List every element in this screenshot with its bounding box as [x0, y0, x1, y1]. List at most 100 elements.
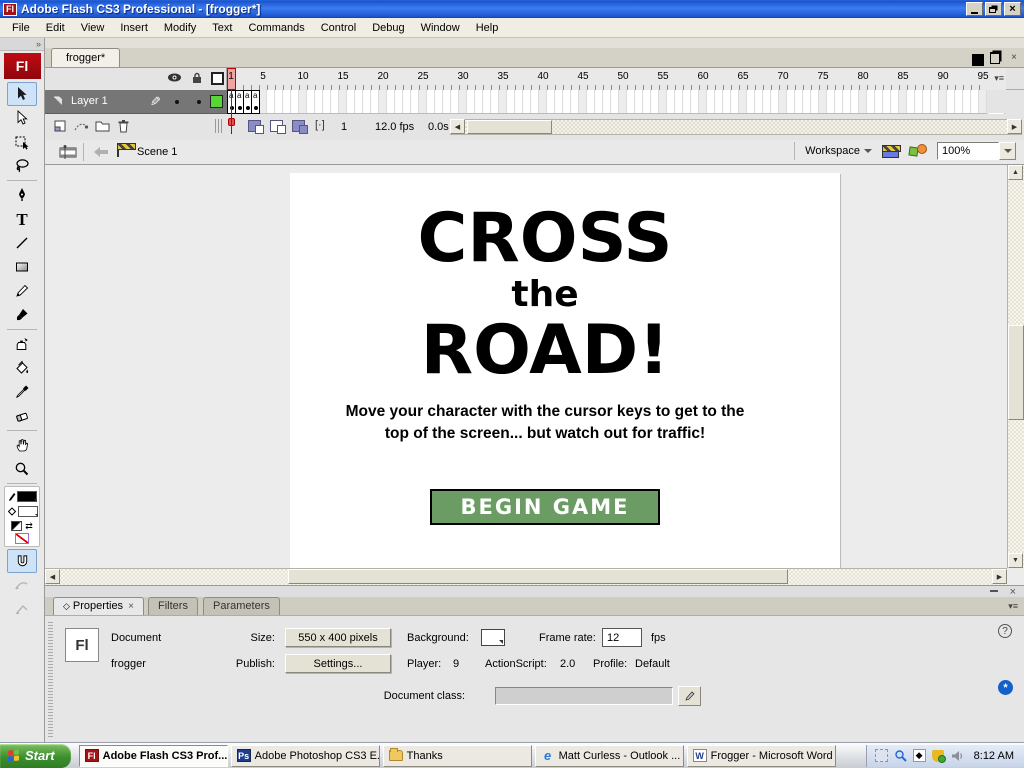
menu-control[interactable]: Control	[313, 20, 364, 36]
tab-parameters[interactable]: Parameters	[203, 597, 280, 615]
taskbar-item-outlook[interactable]: e Matt Curless - Outlook ...	[535, 745, 684, 767]
edit-multiple-frames-icon[interactable]	[292, 120, 305, 132]
doc-restore-icon[interactable]	[990, 51, 1002, 63]
stage-scroll-down-icon[interactable]: ▼	[1008, 553, 1023, 568]
minimize-button[interactable]	[966, 2, 983, 16]
text-tool[interactable]: T	[7, 207, 37, 231]
hand-tool[interactable]	[7, 433, 37, 457]
timeline-hscrollbar[interactable]	[450, 119, 1022, 135]
snap-to-objects-toggle[interactable]	[7, 549, 37, 573]
stage-hscrollbar[interactable]: ◀ ▶	[45, 568, 1007, 585]
modify-onion-markers-icon[interactable]: [·]	[315, 119, 328, 131]
edit-scene-icon[interactable]	[882, 145, 899, 158]
zoom-combobox[interactable]: 100%	[937, 142, 1016, 160]
start-button[interactable]: Start	[0, 744, 71, 768]
stroke-color-swatch[interactable]	[17, 491, 37, 502]
stroke-color-control[interactable]	[5, 489, 39, 504]
no-color-icon[interactable]	[15, 533, 29, 544]
lasso-tool[interactable]	[7, 154, 37, 178]
timeline-ruler[interactable]: 15101520253035404550556065707580859095 ▾…	[227, 68, 1006, 90]
panel-menu-icon[interactable]: ▾≡	[1008, 601, 1018, 612]
frames-grid[interactable]: aaaa	[227, 90, 987, 114]
zoom-dropdown-icon[interactable]	[999, 142, 1016, 160]
tab-filters[interactable]: Filters	[148, 597, 198, 615]
tools-collapse-icon[interactable]: »	[0, 38, 44, 51]
swap-colors-icon[interactable]: ⇄	[25, 521, 33, 531]
onion-skin-icon[interactable]	[248, 120, 261, 132]
line-tool[interactable]	[7, 231, 37, 255]
taskbar-item-photoshop[interactable]: Ps Adobe Photoshop CS3 E...	[231, 745, 380, 767]
doc-close-icon[interactable]: ×	[1008, 51, 1020, 63]
doc-minimize-icon[interactable]	[972, 51, 984, 63]
background-color-swatch[interactable]	[481, 629, 505, 646]
menu-commands[interactable]: Commands	[240, 20, 312, 36]
stage-scroll-left-icon[interactable]: ◀	[45, 569, 60, 584]
menu-text[interactable]: Text	[204, 20, 240, 36]
timeline-scroll-left-icon[interactable]: ◀	[450, 119, 465, 134]
edit-class-button[interactable]	[678, 686, 701, 706]
help-icon[interactable]: ?	[998, 624, 1012, 638]
layer-color-swatch[interactable]	[210, 95, 223, 108]
timeline-toggle-icon[interactable]	[57, 144, 79, 163]
tray-volume-icon[interactable]	[951, 749, 964, 762]
subselection-tool[interactable]	[7, 106, 37, 130]
timeline-scroll-right-icon[interactable]: ▶	[1007, 119, 1022, 134]
pencil-tool[interactable]	[7, 279, 37, 303]
panel-grip[interactable]	[48, 622, 53, 737]
tray-app-icon[interactable]	[875, 749, 888, 762]
brush-tool[interactable]	[7, 303, 37, 327]
scene-name[interactable]: Scene 1	[137, 146, 177, 158]
insert-layer-icon[interactable]	[53, 119, 67, 136]
menu-file[interactable]: File	[4, 20, 38, 36]
tray-security-shield-icon[interactable]	[932, 749, 945, 762]
menu-debug[interactable]: Debug	[364, 20, 412, 36]
close-button[interactable]: ×	[1004, 2, 1021, 16]
fill-color-control[interactable]	[5, 504, 39, 519]
tray-flash-player-icon[interactable]: ◆	[913, 749, 926, 762]
ink-bottle-tool[interactable]	[7, 332, 37, 356]
taskbar-item-flash[interactable]: Fl Adobe Flash CS3 Prof...	[79, 745, 228, 767]
taskbar-item-thanks[interactable]: Thanks	[383, 745, 532, 767]
publish-settings-button[interactable]: Settings...	[285, 654, 391, 673]
stage-canvas[interactable]: CROSS the ROAD! Move your character with…	[290, 173, 840, 573]
timeline-menu-icon[interactable]: ▾≡	[994, 73, 1004, 84]
zoom-value[interactable]: 100%	[937, 142, 999, 160]
paint-bucket-tool[interactable]	[7, 356, 37, 380]
layer-name[interactable]: Layer 1	[71, 95, 108, 107]
stage-vscroll-thumb[interactable]	[1008, 325, 1024, 420]
show-hide-layers-icon[interactable]	[167, 72, 182, 86]
outline-layers-icon[interactable]	[211, 72, 224, 85]
menu-help[interactable]: Help	[468, 20, 507, 36]
stage-scroll-up-icon[interactable]: ▲	[1008, 165, 1023, 180]
fill-color-swatch[interactable]	[18, 506, 38, 517]
delete-layer-icon[interactable]	[117, 119, 130, 136]
insert-layer-folder-icon[interactable]	[95, 119, 110, 135]
timeline-hscroll-thumb[interactable]	[467, 120, 552, 134]
eyedropper-tool[interactable]	[7, 380, 37, 404]
taskbar-item-word[interactable]: W Frogger - Microsoft Word	[687, 745, 836, 767]
rectangle-tool[interactable]	[7, 255, 37, 279]
zoom-tool[interactable]	[7, 457, 37, 481]
lock-layers-icon[interactable]	[191, 72, 203, 87]
menu-view[interactable]: View	[73, 20, 113, 36]
workspace-button[interactable]: Workspace	[805, 145, 872, 157]
selection-tool[interactable]	[7, 82, 37, 106]
eraser-tool[interactable]	[7, 404, 37, 428]
playhead-line[interactable]	[231, 89, 232, 131]
timeline-grip[interactable]	[215, 119, 223, 133]
accessibility-icon[interactable]: *	[998, 680, 1013, 695]
begin-game-button[interactable]: BEGIN GAME	[430, 489, 660, 525]
layer-visibility-dot[interactable]	[175, 100, 179, 104]
stage-hscroll-thumb[interactable]	[288, 569, 788, 584]
pen-tool[interactable]	[7, 183, 37, 207]
onion-skin-outlines-icon[interactable]	[270, 120, 283, 132]
tray-search-icon[interactable]	[894, 749, 907, 762]
layer-row[interactable]: Layer 1 ✎	[45, 90, 227, 114]
document-tab-frogger[interactable]: frogger*	[51, 48, 120, 67]
size-button[interactable]: 550 x 400 pixels	[285, 628, 391, 647]
add-motion-guide-icon[interactable]	[73, 119, 89, 136]
frame-rate-input[interactable]	[602, 628, 642, 647]
menu-insert[interactable]: Insert	[112, 20, 156, 36]
default-colors-icon[interactable]	[11, 521, 22, 531]
tab-properties-close-icon[interactable]: ×	[128, 601, 134, 612]
